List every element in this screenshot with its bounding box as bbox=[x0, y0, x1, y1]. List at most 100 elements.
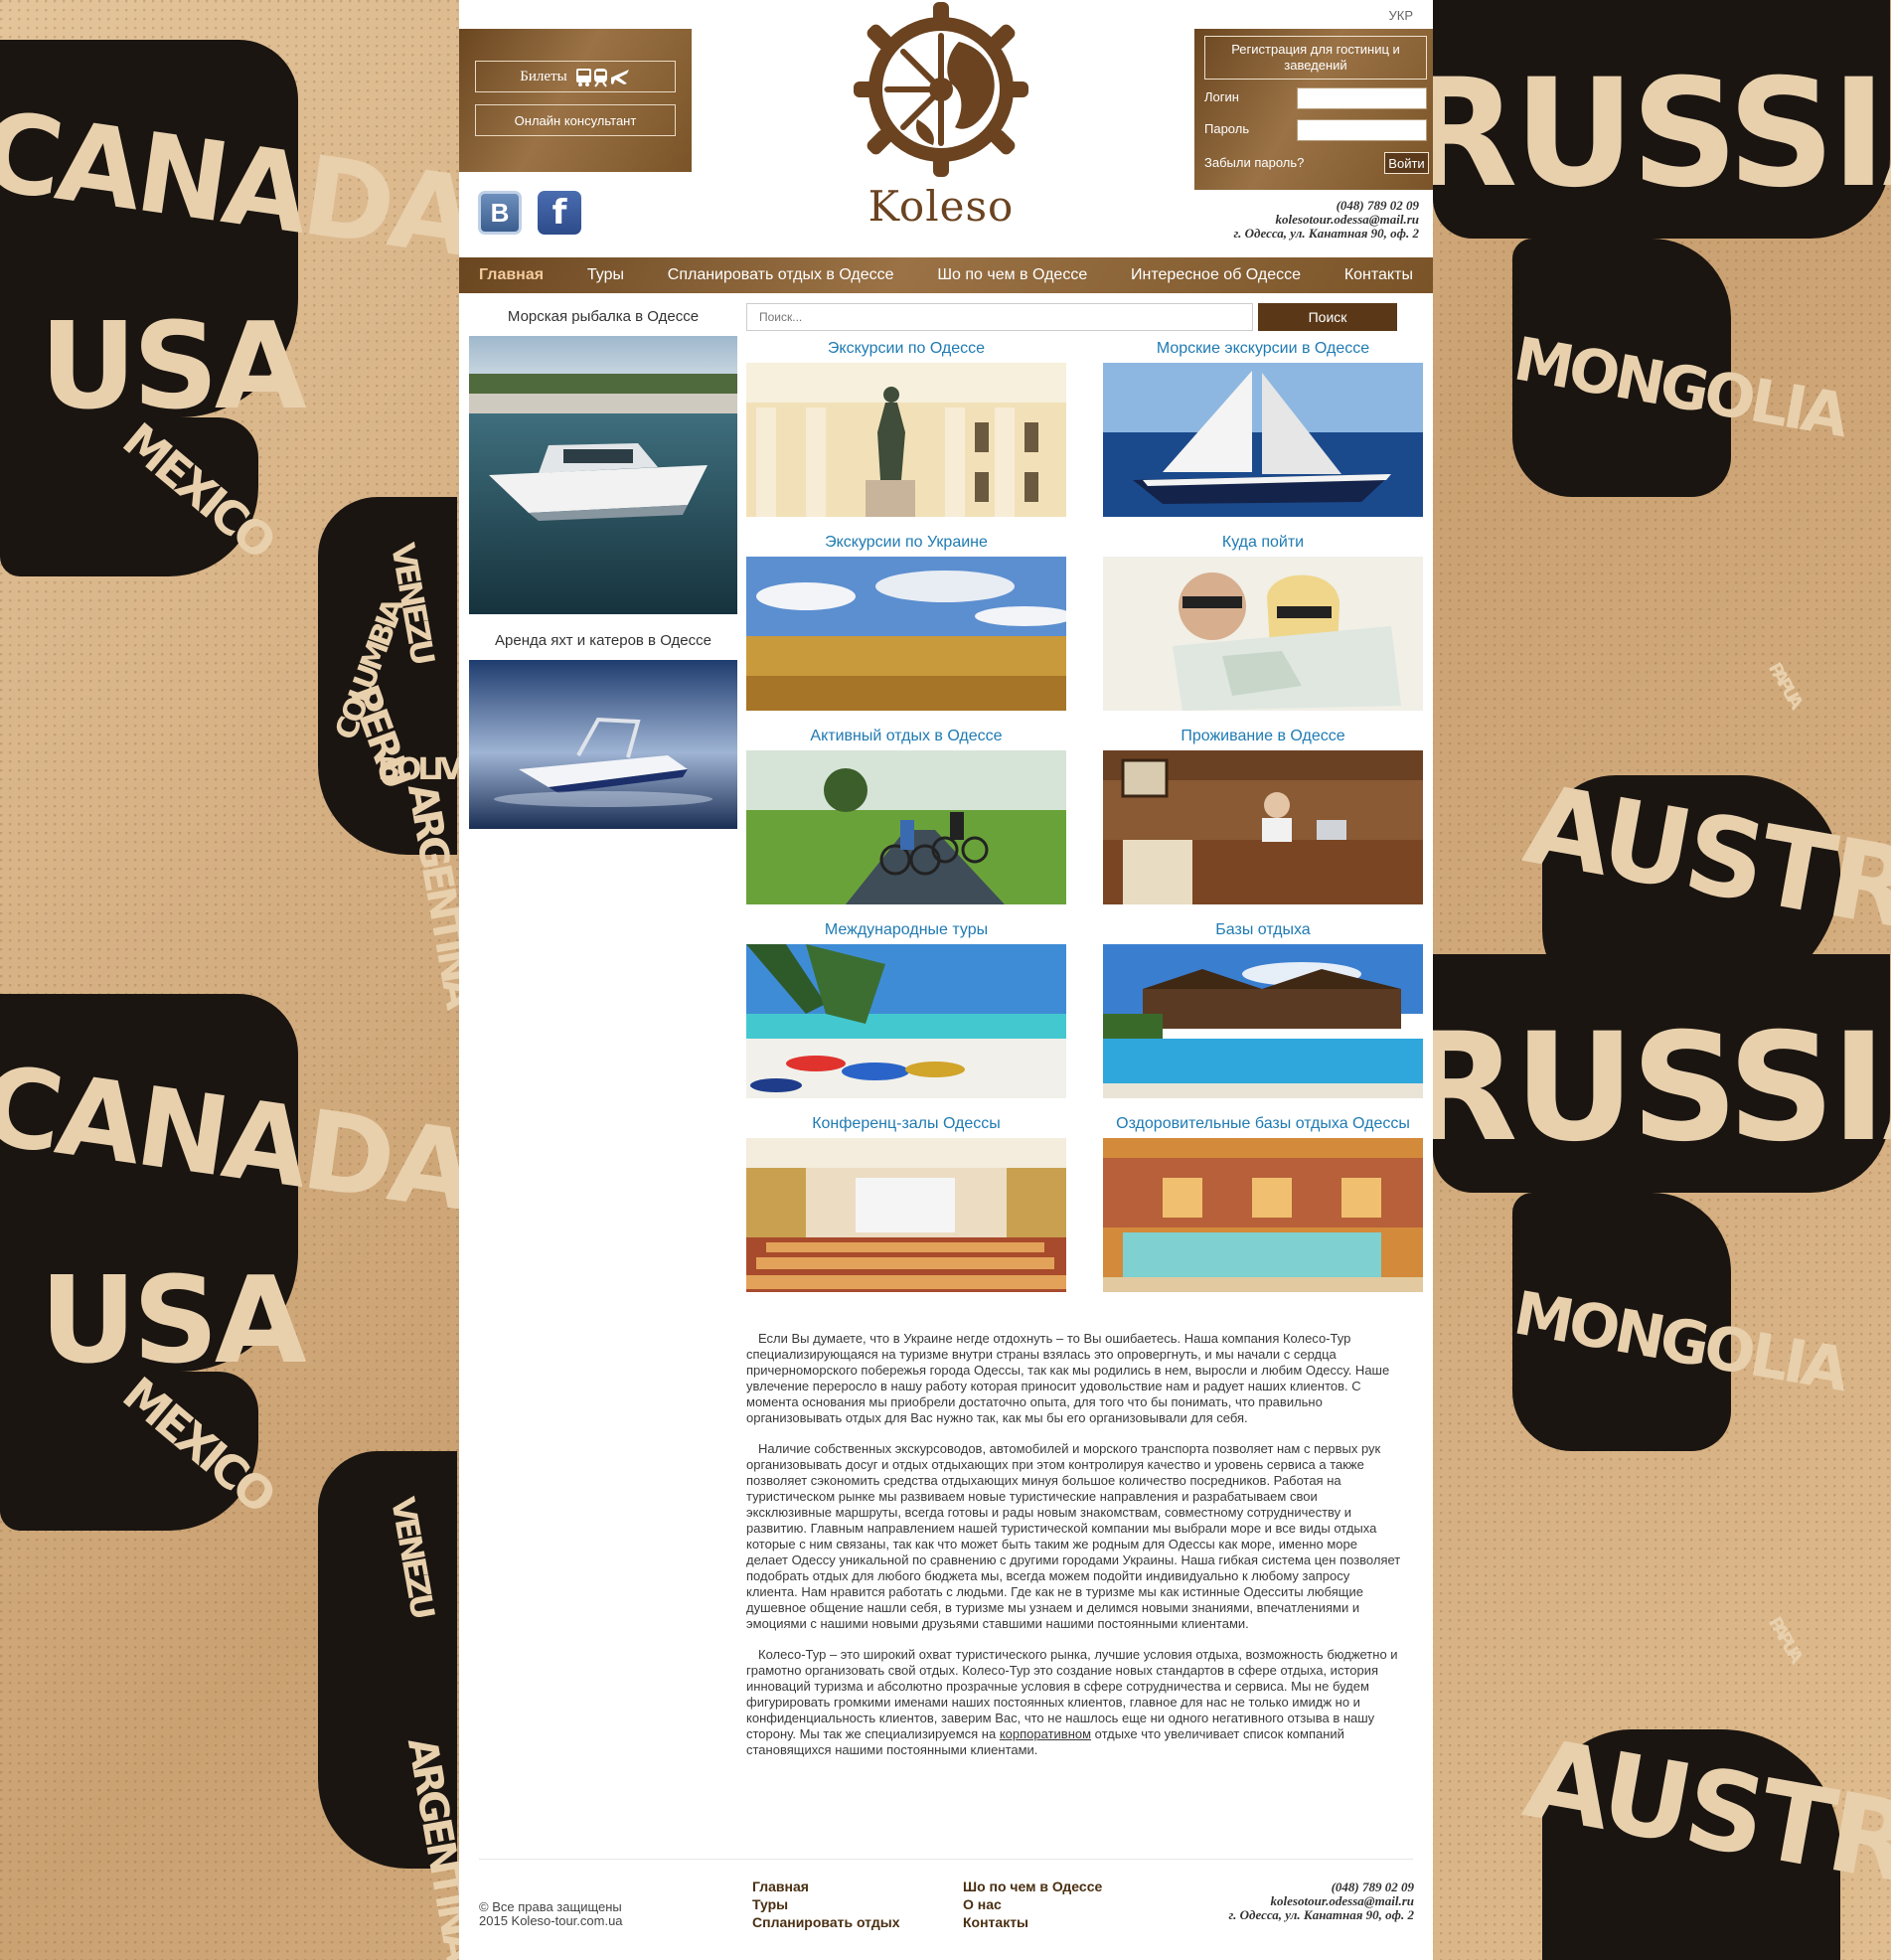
nav-item-plan[interactable]: Спланировать отдых в Одессе bbox=[668, 266, 894, 284]
password-input[interactable] bbox=[1297, 119, 1427, 141]
monument-photo-image bbox=[746, 363, 1066, 517]
tile-recreation-centers[interactable]: Базы отдыха bbox=[1103, 919, 1423, 1098]
speedboat-photo-image bbox=[469, 660, 737, 829]
map-label-russia: RUSSIA bbox=[1433, 48, 1891, 221]
tile-image[interactable] bbox=[746, 750, 1066, 904]
tile-title[interactable]: Морские экскурсии в Одессе bbox=[1103, 338, 1423, 363]
copyright-line-1: © Все права защищены bbox=[479, 1899, 622, 1914]
map-label-bolivia: BOLIVIA bbox=[378, 752, 459, 787]
nav-item-contacts[interactable]: Контакты bbox=[1344, 266, 1413, 284]
header-email[interactable]: kolesotour.odessa@mail.ru bbox=[1234, 213, 1419, 227]
tile-where-to-go[interactable]: Куда пойти bbox=[1103, 532, 1423, 711]
indoor-pool-photo-image bbox=[1103, 1138, 1423, 1292]
nav-item-home[interactable]: Главная bbox=[479, 266, 544, 284]
map-label-papua: PAPUA bbox=[1764, 659, 1806, 711]
tile-title[interactable]: Активный отдых в Одессе bbox=[746, 726, 1066, 750]
nav-item-tours[interactable]: Туры bbox=[587, 266, 624, 284]
tile-image[interactable] bbox=[746, 363, 1066, 517]
tile-image[interactable] bbox=[1103, 557, 1423, 711]
sidebar-title-yacht-rent[interactable]: Аренда яхт и катеров в Одессе bbox=[469, 632, 737, 649]
password-label: Пароль bbox=[1204, 121, 1250, 136]
tile-active-rest[interactable]: Активный отдых в Одессе bbox=[746, 726, 1066, 904]
sidebar-image-yacht-rent[interactable] bbox=[469, 660, 737, 829]
tickets-label: Билеты bbox=[520, 68, 567, 84]
tile-image[interactable] bbox=[1103, 750, 1423, 904]
conference-hall-photo-image bbox=[746, 1138, 1066, 1292]
tile-image[interactable] bbox=[746, 944, 1066, 1098]
tile-accommodation[interactable]: Проживание в Одессе bbox=[1103, 726, 1423, 904]
article-paragraph-2: Наличие собственных экскурсоводов, автом… bbox=[746, 1441, 1401, 1631]
nav-item-interesting[interactable]: Интересное об Одессе bbox=[1131, 266, 1301, 284]
language-switch[interactable]: УКР bbox=[1388, 8, 1413, 23]
footer-link-home[interactable]: Главная bbox=[752, 1878, 809, 1895]
map-label-usa-2: USA bbox=[40, 1252, 307, 1390]
footer-phone: (048) 789 02 09 bbox=[1331, 1879, 1414, 1894]
online-consultant-button[interactable]: Онлайн консультант bbox=[475, 104, 676, 136]
search-input[interactable] bbox=[746, 303, 1253, 331]
tickets-button[interactable]: Билеты bbox=[475, 61, 676, 92]
tile-title[interactable]: Куда пойти bbox=[1103, 532, 1423, 557]
header-contacts: (048) 789 02 09 kolesotour.odessa@mail.r… bbox=[1234, 199, 1419, 241]
facebook-icon[interactable]: f bbox=[538, 191, 581, 235]
tile-title[interactable]: Оздоровительные базы отдыха Одессы bbox=[1103, 1113, 1423, 1138]
tile-image[interactable] bbox=[1103, 363, 1423, 517]
search-bar: Поиск bbox=[746, 303, 1397, 332]
beach-photo-image bbox=[746, 944, 1066, 1098]
online-consultant-label: Онлайн консультант bbox=[514, 112, 637, 128]
hotel-reception-photo-image bbox=[1103, 750, 1423, 904]
footer-contacts: (048) 789 02 09 kolesotour.odessa@mail.r… bbox=[1229, 1880, 1414, 1922]
tile-title[interactable]: Базы отдыха bbox=[1103, 919, 1423, 944]
login-input[interactable] bbox=[1297, 87, 1427, 109]
facebook-icon-letter: f bbox=[552, 193, 567, 233]
footer-link-about[interactable]: О нас bbox=[963, 1895, 1002, 1913]
footer-link-contacts[interactable]: Контакты bbox=[963, 1913, 1028, 1931]
tile-ukraine-excursions[interactable]: Экскурсии по Украине bbox=[746, 532, 1066, 711]
logo[interactable]: Koleso bbox=[842, 0, 1040, 239]
logo-text: Koleso bbox=[867, 182, 1015, 231]
tile-title[interactable]: Конференц-залы Одессы bbox=[746, 1113, 1066, 1138]
sidebar-title-fishing[interactable]: Морская рыбалка в Одессе bbox=[469, 308, 737, 325]
footer-link-plan[interactable]: Спланировать отдых bbox=[752, 1913, 899, 1931]
about-article: Если Вы думаете, что в Украине негде отд… bbox=[746, 1331, 1402, 1773]
footer-link-prices[interactable]: Шо по чем в Одессе bbox=[963, 1878, 1102, 1895]
tile-image[interactable] bbox=[746, 1138, 1066, 1292]
tile-odessa-excursions[interactable]: Экскурсии по Одессе bbox=[746, 338, 1066, 517]
boat-photo-image bbox=[469, 336, 737, 614]
vk-icon-letter: В bbox=[490, 197, 510, 228]
article-paragraph-1: Если Вы думаете, что в Украине негде отд… bbox=[746, 1331, 1390, 1425]
tile-title[interactable]: Экскурсии по Одессе bbox=[746, 338, 1066, 363]
resort-pool-photo-image bbox=[1103, 944, 1423, 1098]
footer-address: г. Одесса, ул. Канатная 90, оф. 2 bbox=[1228, 1907, 1414, 1922]
background-map-right: RUSSIA MONGOLIA PAPUA AUSTRALIA RUSSIA M… bbox=[1433, 0, 1891, 1960]
tile-image[interactable] bbox=[1103, 1138, 1423, 1292]
sidebar-image-fishing[interactable] bbox=[469, 336, 737, 614]
vk-icon[interactable]: В bbox=[478, 191, 522, 235]
tile-image[interactable] bbox=[746, 557, 1066, 711]
footer-link-tours[interactable]: Туры bbox=[752, 1895, 788, 1913]
footer-email[interactable]: kolesotour.odessa@mail.ru bbox=[1229, 1894, 1414, 1908]
map-label-papua-2: PAPUA bbox=[1764, 1613, 1806, 1665]
register-venues-button[interactable]: Регистрация для гостиниц и заведений bbox=[1204, 36, 1427, 80]
article-paragraph-3: Колесо-Тур – это широкий охват туристиче… bbox=[746, 1647, 1402, 1758]
map-label-usa: USA bbox=[40, 298, 307, 436]
login-panel: Регистрация для гостиниц и заведений Лог… bbox=[1194, 29, 1433, 190]
tile-international-tours[interactable]: Международные туры bbox=[746, 919, 1066, 1098]
tile-title[interactable]: Международные туры bbox=[746, 919, 1066, 944]
tile-image[interactable] bbox=[1103, 944, 1423, 1098]
header-phone: (048) 789 02 09 bbox=[1336, 198, 1419, 213]
forgot-password-link[interactable]: Забыли пароль? bbox=[1204, 155, 1304, 170]
nav-item-prices[interactable]: Шо по чем в Одессе bbox=[937, 266, 1087, 284]
search-button[interactable]: Поиск bbox=[1258, 303, 1397, 331]
tile-title[interactable]: Экскурсии по Украине bbox=[746, 532, 1066, 557]
login-submit-button[interactable]: Войти bbox=[1384, 152, 1429, 174]
corporate-link[interactable]: корпоративном bbox=[1000, 1726, 1091, 1741]
tile-conference-halls[interactable]: Конференц-залы Одессы bbox=[746, 1113, 1066, 1292]
footer-divider bbox=[479, 1859, 1413, 1860]
tile-title[interactable]: Проживание в Одессе bbox=[1103, 726, 1423, 750]
wheat-field-photo-image bbox=[746, 557, 1066, 711]
copyright-line-2: 2015 Koleso-tour.com.ua bbox=[479, 1913, 623, 1928]
sailboat-photo-image bbox=[1103, 363, 1423, 517]
tile-sea-excursions[interactable]: Морские экскурсии в Одессе bbox=[1103, 338, 1423, 517]
quick-actions-panel: Билеты Онлайн консультант bbox=[459, 29, 692, 172]
tile-health-resorts[interactable]: Оздоровительные базы отдыха Одессы bbox=[1103, 1113, 1423, 1292]
